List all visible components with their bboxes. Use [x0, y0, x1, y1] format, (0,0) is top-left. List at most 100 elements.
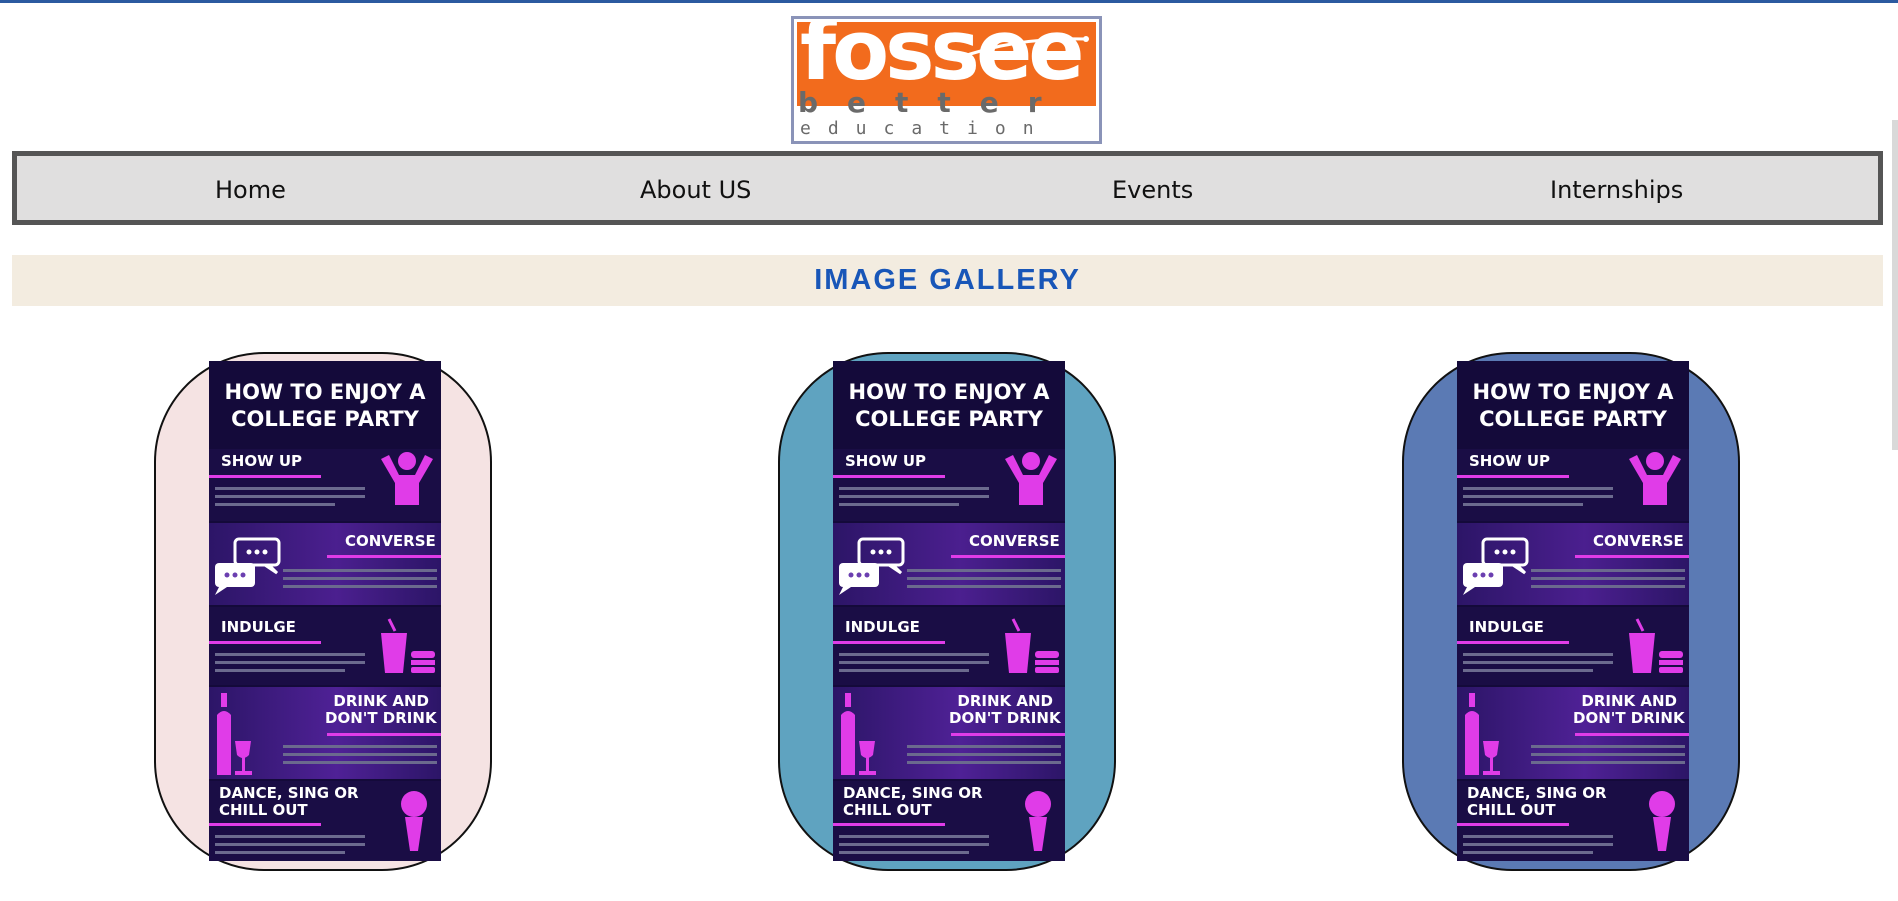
section-heading: CONVERSE	[345, 532, 436, 550]
infographic-section-dance: DANCE, SING OR CHILL OUT	[833, 781, 1065, 861]
text-line	[839, 503, 959, 506]
text-line	[907, 569, 1061, 572]
section-heading-line-2: CHILL OUT	[1467, 801, 1556, 819]
text-line	[1531, 585, 1685, 588]
infographic-image[interactable]: HOW TO ENJOY A COLLEGE PARTY SHOW UP CON…	[833, 361, 1065, 861]
bottle-and-glass-icon	[217, 693, 252, 775]
section-heading-line-1: DRINK AND	[957, 692, 1053, 710]
gallery-header: IMAGE GALLERY	[12, 255, 1883, 306]
accent-bar	[1575, 733, 1689, 736]
accent-bar	[833, 641, 945, 644]
bottle-and-glass-icon	[841, 693, 876, 775]
infographic-section-show-up: SHOW UP	[833, 449, 1065, 521]
infographic-title-line-1: HOW TO ENJOY A	[848, 380, 1050, 404]
text-line	[1463, 661, 1613, 664]
section-heading: INDULGE	[845, 618, 920, 636]
section-heading: DANCE, SING OR CHILL OUT	[843, 785, 983, 819]
accent-bar	[209, 641, 321, 644]
infographic-section-drink: DRINK AND DON'T DRINK	[833, 687, 1065, 779]
text-line	[283, 577, 437, 580]
text-line	[215, 503, 335, 506]
scrollbar[interactable]	[1892, 120, 1898, 450]
infographic-section-dance: DANCE, SING OR CHILL OUT	[209, 781, 441, 861]
section-heading-line-2: DON'T DRINK	[1573, 709, 1685, 727]
drink-and-burger-icon	[381, 618, 435, 673]
person-cheering-icon	[1629, 452, 1681, 505]
infographic-title-line-1: HOW TO ENJOY A	[224, 380, 426, 404]
gallery-card-2[interactable]: HOW TO ENJOY A COLLEGE PARTY SHOW UP CON…	[778, 352, 1116, 871]
nav-item-home[interactable]: Home	[215, 176, 286, 204]
person-cheering-icon	[1005, 452, 1057, 505]
infographic-title: HOW TO ENJOY A COLLEGE PARTY	[1457, 379, 1689, 433]
infographic-section-indulge: INDULGE	[209, 607, 441, 685]
drink-and-burger-icon	[1629, 618, 1683, 673]
nav-item-events[interactable]: Events	[1112, 176, 1193, 204]
text-line	[1463, 487, 1613, 490]
accent-bar	[327, 733, 441, 736]
section-heading-line-1: DRINK AND	[1581, 692, 1677, 710]
text-line	[283, 745, 437, 748]
section-heading-line-1: DANCE, SING OR	[1467, 784, 1607, 802]
text-line	[839, 851, 969, 854]
logo-tagline-better: better	[798, 86, 1071, 119]
infographic-title: HOW TO ENJOY A COLLEGE PARTY	[209, 379, 441, 433]
infographic-section-converse: CONVERSE	[209, 523, 441, 605]
section-heading-line-1: DRINK AND	[333, 692, 429, 710]
infographic-title-line-2: COLLEGE PARTY	[855, 407, 1043, 431]
text-line	[215, 487, 365, 490]
accent-bar	[209, 475, 321, 478]
section-heading-line-1: DANCE, SING OR	[219, 784, 359, 802]
nav-item-about-us[interactable]: About US	[640, 176, 751, 204]
text-line	[215, 851, 345, 854]
text-line	[1463, 653, 1613, 656]
text-line	[215, 669, 345, 672]
section-heading: SHOW UP	[1469, 452, 1551, 470]
text-line	[839, 835, 989, 838]
text-line	[1463, 851, 1593, 854]
accent-bar	[833, 475, 945, 478]
text-line	[215, 661, 365, 664]
microphone-icon	[401, 791, 427, 851]
section-heading-line-1: DANCE, SING OR	[843, 784, 983, 802]
gallery-card-1[interactable]: HOW TO ENJOY A COLLEGE PARTY SHOW UP CON…	[154, 352, 492, 871]
infographic-title: HOW TO ENJOY A COLLEGE PARTY	[833, 379, 1065, 433]
text-line	[283, 753, 437, 756]
infographic-title-line-1: HOW TO ENJOY A	[1472, 380, 1674, 404]
section-heading: DRINK AND DON'T DRINK	[949, 692, 1061, 727]
accent-bar	[1575, 555, 1689, 558]
speech-bubbles-icon	[215, 537, 281, 595]
section-heading: INDULGE	[1469, 618, 1544, 636]
section-heading: CONVERSE	[969, 532, 1060, 550]
nav-item-internships[interactable]: Internships	[1550, 176, 1683, 204]
gallery-title: IMAGE GALLERY	[814, 264, 1081, 296]
infographic-image[interactable]: HOW TO ENJOY A COLLEGE PARTY SHOW UP CON…	[209, 361, 441, 861]
infographic-section-indulge: INDULGE	[833, 607, 1065, 685]
infographic-section-converse: CONVERSE	[833, 523, 1065, 605]
gallery-card-3[interactable]: HOW TO ENJOY A COLLEGE PARTY SHOW UP CON…	[1402, 352, 1740, 871]
text-line	[283, 569, 437, 572]
infographic-image[interactable]: HOW TO ENJOY A COLLEGE PARTY SHOW UP CON…	[1457, 361, 1689, 861]
speech-bubbles-icon	[1463, 537, 1529, 595]
text-line	[839, 495, 989, 498]
accent-bar	[1457, 823, 1569, 826]
infographic-title-line-2: COLLEGE PARTY	[231, 407, 419, 431]
text-line	[839, 653, 989, 656]
person-cheering-icon	[381, 452, 433, 505]
text-line	[1463, 495, 1613, 498]
main-nav: Home About US Events Internships	[12, 151, 1883, 225]
text-line	[1463, 503, 1583, 506]
section-heading: DANCE, SING OR CHILL OUT	[1467, 785, 1607, 819]
text-line	[1531, 761, 1685, 764]
speech-bubbles-icon	[839, 537, 905, 595]
text-line	[839, 843, 989, 846]
text-line	[1463, 669, 1593, 672]
text-line	[907, 761, 1061, 764]
infographic-section-show-up: SHOW UP	[209, 449, 441, 521]
text-line	[1531, 745, 1685, 748]
bottle-and-glass-icon	[1465, 693, 1500, 775]
section-heading: INDULGE	[221, 618, 296, 636]
text-line	[1531, 569, 1685, 572]
text-line	[1463, 843, 1613, 846]
infographic-section-drink: DRINK AND DON'T DRINK	[209, 687, 441, 779]
fossee-logo[interactable]: fossee better education	[791, 16, 1102, 144]
